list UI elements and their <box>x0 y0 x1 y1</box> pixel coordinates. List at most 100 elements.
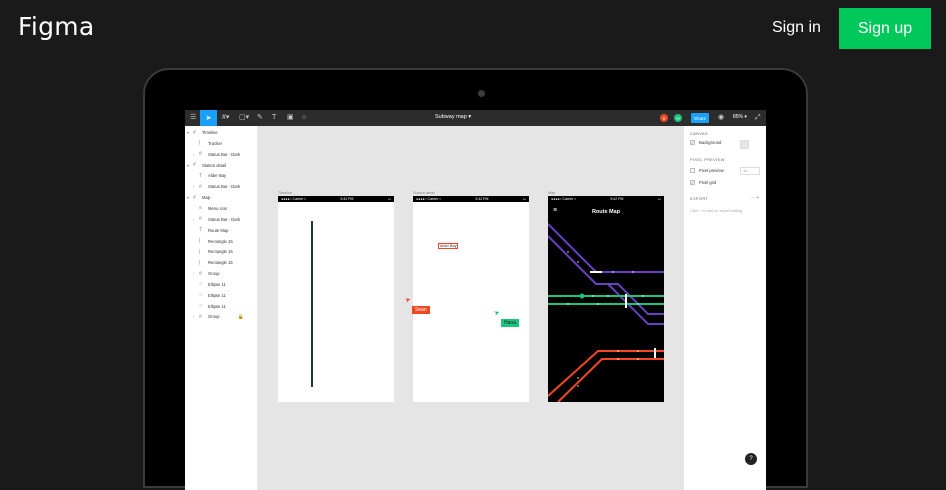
collaborator-cursor-hana: Hana <box>501 319 519 327</box>
properties-panel: CANVAS ✓ Background PIXEL PREVIEW Pixel … <box>683 126 766 490</box>
frame-label-timeline: Timeline <box>278 191 293 195</box>
laptop-mockup: ☰ ➤ #▾ ▢▾ ✎ T ▣ ○ Subway map ▾ S H Share… <box>143 68 808 490</box>
avatar[interactable]: H <box>674 114 682 122</box>
menu-icon[interactable]: ☰ <box>190 113 196 123</box>
background-swatch[interactable] <box>740 140 749 149</box>
layer-type-icon: # <box>199 313 202 320</box>
tracker-line <box>311 221 313 387</box>
layer-item[interactable]: ▾ # Station detail <box>187 160 226 171</box>
export-icons[interactable]: ⋯ + <box>750 195 759 201</box>
layer-item[interactable]: T Alder Bay <box>193 170 226 181</box>
eye-icon[interactable]: ◉ <box>718 113 724 123</box>
layer-item[interactable]: › # Status Bar - Dark <box>193 214 240 225</box>
pixel-grid-row[interactable]: ✓ Pixel grid <box>690 180 716 185</box>
rectangle-tool-icon[interactable]: ▢▾ <box>239 113 249 123</box>
carrier-text: ●●●●○ Carrier ≈ <box>416 197 442 201</box>
move-tool-button[interactable]: ➤ <box>200 110 217 126</box>
layer-label: Status Bar - Dark <box>208 184 241 190</box>
checkbox[interactable]: ✓ <box>690 140 695 145</box>
layer-item[interactable]: › # Group 🔒 <box>193 311 244 322</box>
zoom-level[interactable]: 85% ▾ <box>733 114 747 120</box>
canvas[interactable]: Timeline Station detail Map ●●●●○ Carrie… <box>258 126 683 490</box>
layer-type-icon: ○ <box>199 303 203 310</box>
layer-label: Menu icon <box>208 205 228 211</box>
pixel-preview-section-title: PIXEL PREVIEW <box>690 157 725 162</box>
layer-item[interactable]: › # Status Bar - Dark <box>193 181 240 192</box>
lock-icon[interactable]: 🔒 <box>238 314 244 320</box>
checkbox[interactable]: ✓ <box>690 180 695 185</box>
layer-item[interactable]: ○ Ellipse 11 <box>193 290 226 301</box>
file-title[interactable]: Subway map ▾ <box>435 114 471 120</box>
layer-item[interactable]: T Route Map <box>193 225 228 236</box>
help-button[interactable]: ? <box>745 453 757 465</box>
layer-type-icon: # <box>199 183 202 190</box>
layer-label: Ellipse 11 <box>208 303 226 309</box>
figma-toolbar: ☰ ➤ #▾ ▢▾ ✎ T ▣ ○ Subway map ▾ S H Share… <box>185 110 766 126</box>
image-tool-icon[interactable]: ▣ <box>287 113 294 123</box>
layer-label: Alder Bay <box>208 173 227 179</box>
layer-label: Status Bar - Dark <box>208 216 241 222</box>
layers-panel: ▾ # Timeline | Tracker › # Status Bar - Dark ▾ # S… <box>185 126 258 490</box>
sign-up-button[interactable]: Sign up <box>839 8 931 49</box>
avatar[interactable]: S <box>660 114 668 122</box>
text-tool-icon[interactable]: T <box>272 113 276 123</box>
layer-type-icon: ≡ <box>199 205 202 212</box>
layer-type-icon: T <box>199 227 203 234</box>
layer-type-icon: # <box>199 151 202 158</box>
cursor-icon: ➤ <box>205 115 212 122</box>
map-frame[interactable]: ●●●●○ Carrier ≈ 9:42 PM ▭ ≡ Route Map <box>548 196 664 402</box>
expand-icon[interactable]: ⤢ <box>755 113 761 123</box>
export-hint: Click + to add an export setting <box>690 209 743 213</box>
layer-item[interactable]: ▾ # Map <box>187 192 210 203</box>
pixel-preview-row[interactable]: Pixel preview <box>690 168 724 173</box>
station-detail-frame[interactable]: ●●●●○ Carrier ≈ 9:42 PM ▭ Alder Bay <box>413 196 529 402</box>
layer-label: Group <box>208 271 220 277</box>
layer-item[interactable]: | Rectangle 15 <box>193 257 233 268</box>
camera-dot <box>478 90 485 97</box>
layer-label: Station detail <box>202 162 227 168</box>
carrier-text: ●●●●○ Carrier ≈ <box>281 197 307 201</box>
sean-cursor-icon: ➤ <box>404 296 413 305</box>
layer-type-icon: # <box>193 129 196 136</box>
layer-type-icon: | <box>199 140 201 147</box>
layer-item[interactable]: ○ Ellipse 11 <box>193 279 226 290</box>
layer-item[interactable]: ▾ # Timeline <box>187 127 218 138</box>
pixel-grid-label: Pixel grid <box>699 180 717 185</box>
time-text: 9:42 PM <box>340 197 354 201</box>
canvas-section-title: CANVAS <box>690 131 708 136</box>
zoom-value: 85% <box>733 114 744 120</box>
sign-in-link[interactable]: Sign in <box>772 19 821 37</box>
layer-label: Tracker <box>208 140 223 146</box>
pixel-preview-label: Pixel preview <box>699 168 724 173</box>
figma-logo[interactable]: Figma <box>18 12 95 41</box>
status-bar: ●●●●○ Carrier ≈ 9:42 PM ▭ <box>278 196 394 202</box>
layer-item[interactable]: ≡ Menu icon <box>193 203 227 214</box>
layer-type-icon: | <box>199 259 201 266</box>
layer-label: Status Bar - Dark <box>208 151 241 157</box>
layer-label: Rectangle 15 <box>208 238 233 244</box>
layer-label: Rectangle 15 <box>208 260 233 266</box>
figma-app-screen: ☰ ➤ #▾ ▢▾ ✎ T ▣ ○ Subway map ▾ S H Share… <box>185 110 766 490</box>
status-bar: ●●●●○ Carrier ≈ 9:42 PM ▭ <box>413 196 529 202</box>
layer-item[interactable]: | Rectangle 15 <box>193 246 233 257</box>
layer-item[interactable]: › # Group <box>193 268 220 279</box>
comment-tool-icon[interactable]: ○ <box>302 113 306 123</box>
battery-icon: ▭ <box>522 197 526 201</box>
timeline-frame[interactable]: ●●●●○ Carrier ≈ 9:42 PM ▭ <box>278 196 394 402</box>
layer-item[interactable]: › # Status Bar - Dark <box>193 149 240 160</box>
share-button[interactable]: Share <box>691 113 709 123</box>
layer-type-icon: # <box>193 194 196 201</box>
layer-type-icon: T <box>199 172 203 179</box>
layer-type-icon: # <box>193 162 196 169</box>
pixel-preview-select[interactable]: 1x <box>740 167 760 175</box>
layer-item[interactable]: | Tracker <box>193 138 222 149</box>
layer-type-icon: | <box>199 248 201 255</box>
frame-tool-icon[interactable]: #▾ <box>222 113 229 123</box>
pen-tool-icon[interactable]: ✎ <box>257 113 263 123</box>
layer-item[interactable]: | Rectangle 15 <box>193 236 233 247</box>
checkbox[interactable] <box>690 168 695 173</box>
time-text: 9:42 PM <box>475 197 489 201</box>
background-row[interactable]: ✓ Background <box>690 140 721 145</box>
layer-item[interactable]: ○ Ellipse 11 <box>193 301 226 312</box>
alder-bay-text[interactable]: Alder Bay <box>438 243 459 249</box>
